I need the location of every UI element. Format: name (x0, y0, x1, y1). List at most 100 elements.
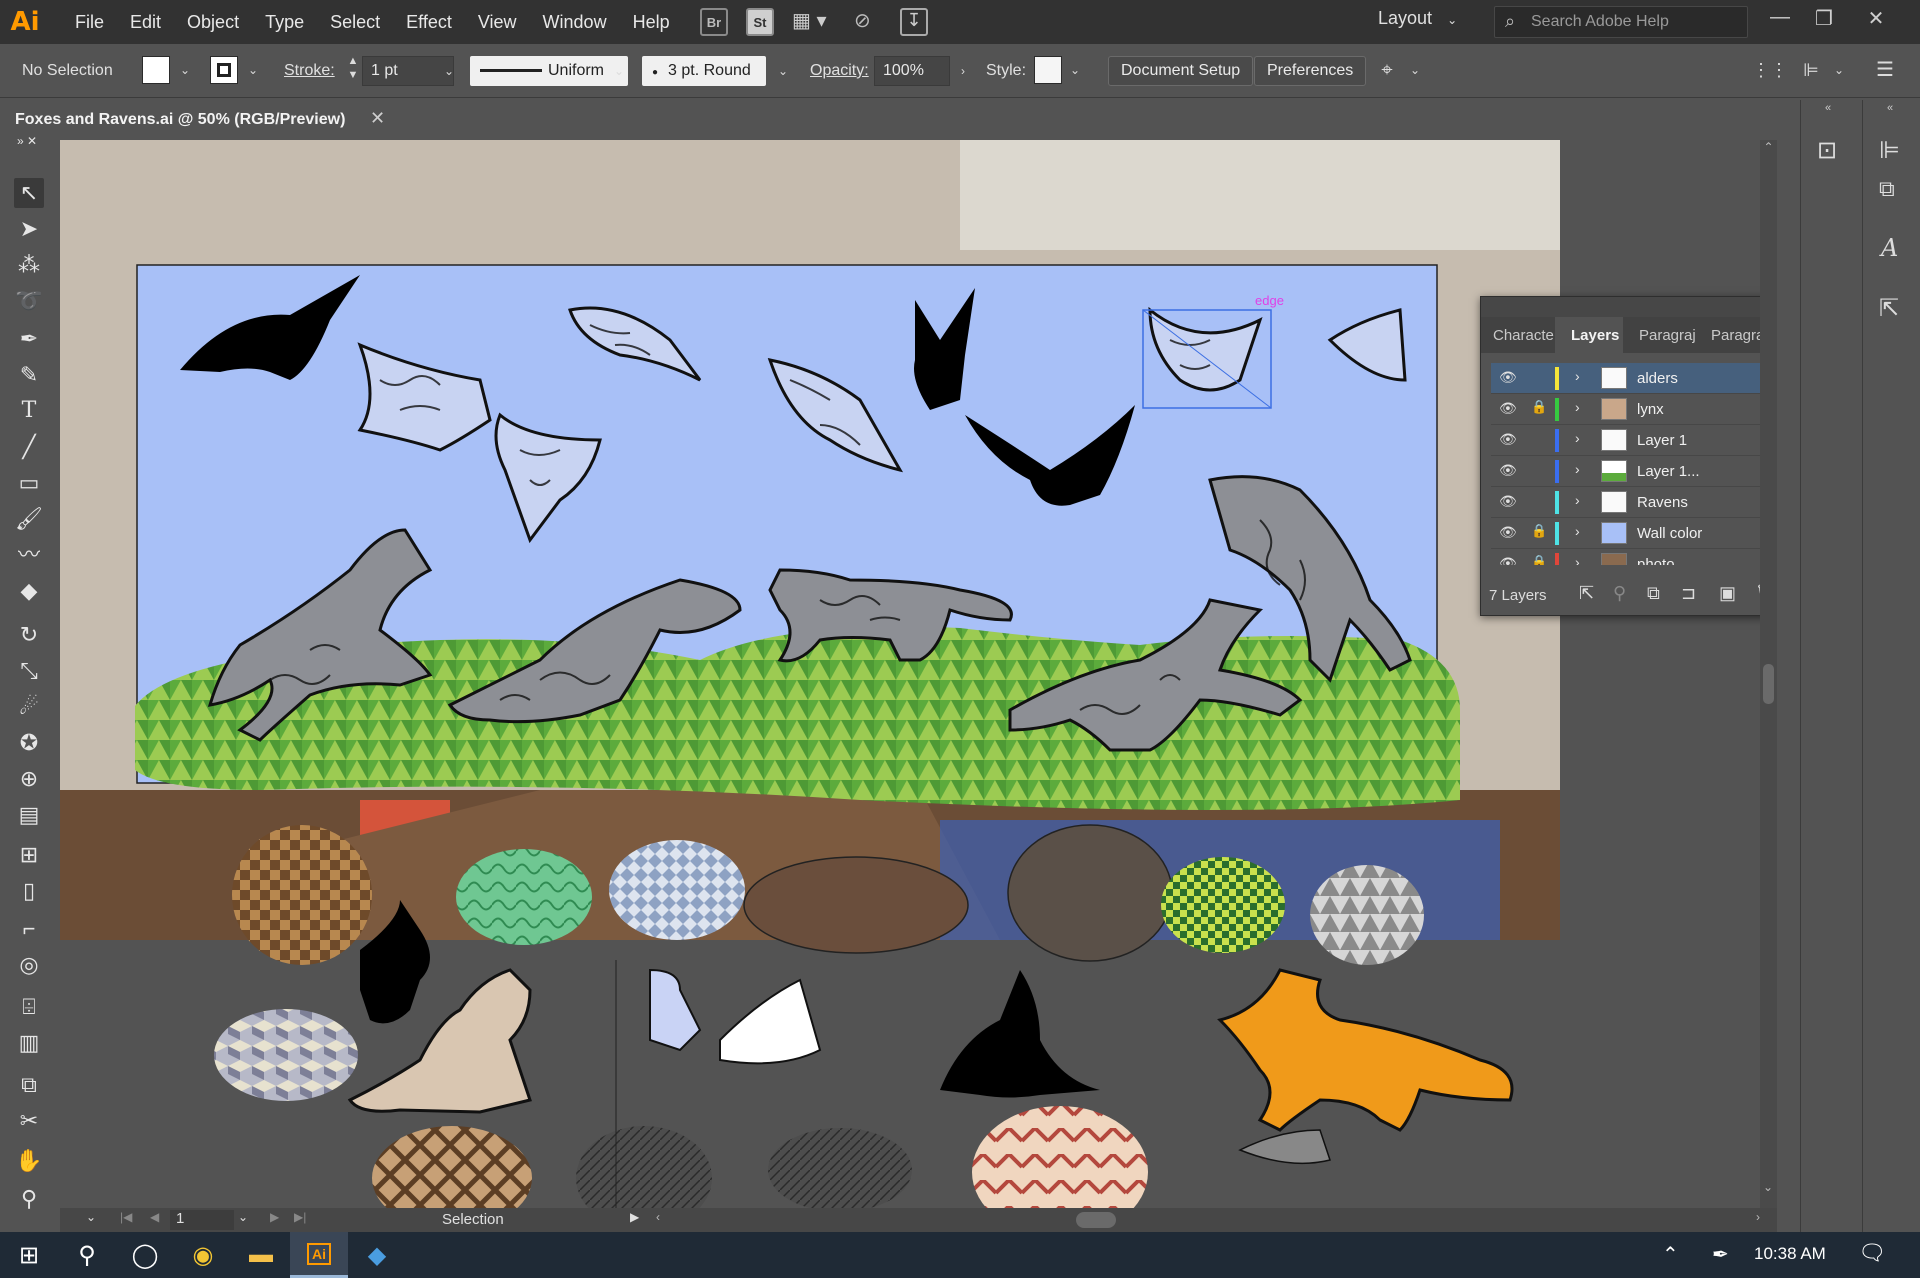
restore-icon[interactable]: ❐ (1804, 6, 1844, 31)
align-panel-icon[interactable]: ⊫ (1879, 136, 1900, 165)
graphic-style-swatch[interactable] (1034, 56, 1062, 84)
artboard-number-input[interactable]: 1 (170, 1210, 234, 1230)
scroll-thumb[interactable] (1763, 664, 1774, 704)
style-dropdown-icon[interactable]: ⌄ (1064, 55, 1086, 85)
menu-object[interactable]: Object (174, 12, 252, 33)
document-setup-button[interactable]: Document Setup (1108, 56, 1254, 86)
action-center-icon[interactable]: 🗨 (1858, 1240, 1886, 1266)
pathfinder-panel-icon[interactable]: ⧉ (1879, 176, 1895, 202)
expand-layer-icon[interactable]: › (1575, 461, 1580, 477)
scroll-up-icon[interactable]: ⌃ (1760, 140, 1777, 154)
canvas-vertical-scrollbar[interactable]: ⌃ ⌄ (1760, 140, 1777, 1208)
layer-name[interactable]: photo (1637, 556, 1675, 565)
layer-row[interactable]: 👁 🔒 › photo (1491, 549, 1777, 565)
menu-window[interactable]: Window (530, 12, 620, 33)
preferences-button[interactable]: Preferences (1254, 56, 1367, 86)
first-artboard-icon[interactable]: |◀ (120, 1210, 132, 1224)
puppet-warp-tool-icon[interactable]: ✪ (14, 728, 44, 758)
character-panel-icon[interactable]: A (1881, 234, 1898, 262)
layer-name[interactable]: lynx (1637, 401, 1664, 418)
shaper-tool-icon[interactable]: 〰 (14, 540, 44, 570)
stock-button[interactable]: St (746, 8, 774, 36)
gradient-tool-icon[interactable]: ▯ (14, 876, 44, 906)
layer-name[interactable]: Layer 1 (1637, 432, 1687, 449)
profile-dropdown-icon[interactable]: ⌄ (608, 56, 630, 86)
layer-row[interactable]: 👁 › Layer 1... (1491, 456, 1777, 487)
expand-layer-icon[interactable]: › (1575, 368, 1580, 384)
touch-workspace-icon[interactable]: ↧ (900, 8, 928, 36)
next-artboard-icon[interactable]: ▶ (270, 1210, 279, 1224)
tab-layers[interactable]: Layers (1555, 317, 1623, 353)
arrange-documents-icon[interactable]: ▦ ▾ (792, 8, 836, 36)
magic-wand-tool-icon[interactable]: ⁂ (14, 250, 44, 280)
previous-artboard-icon[interactable]: ◀ (150, 1210, 159, 1224)
opacity-label[interactable]: Opacity: (810, 62, 869, 80)
brush-definition[interactable]: ● 3 pt. Round (642, 56, 766, 86)
last-artboard-icon[interactable]: ▶| (294, 1210, 306, 1224)
selection-options-icon[interactable]: ⌖ (1376, 55, 1398, 85)
artboard-tool-icon[interactable]: ⧉ (14, 1070, 44, 1100)
menu-view[interactable]: View (465, 12, 530, 33)
cortana-icon[interactable]: ◯ (116, 1232, 174, 1278)
scroll-down-icon[interactable]: ⌄ (1763, 1180, 1773, 1194)
lasso-tool-icon[interactable]: ➰ (14, 286, 44, 316)
create-new-layer-icon[interactable]: ▣ (1719, 583, 1736, 604)
stroke-weight-dropdown-icon[interactable]: ⌄ (438, 56, 460, 86)
expand-layer-icon[interactable]: › (1575, 399, 1580, 415)
layer-row[interactable]: 👁 🔒 › lynx (1491, 394, 1777, 425)
horizontal-scroll-right-icon[interactable]: › (1756, 1210, 1760, 1224)
layer-row[interactable]: 👁 🔒 › Wall color (1491, 518, 1777, 549)
fill-dropdown-icon[interactable]: ⌄ (174, 55, 196, 85)
tab-paragraph[interactable]: Paragraj (1623, 317, 1695, 353)
workspace-switcher[interactable]: Layout ⌄ (1378, 8, 1457, 29)
opacity-expand-icon[interactable]: › (952, 56, 974, 86)
status-menu-icon[interactable]: ▶ (630, 1210, 639, 1224)
brush-dropdown-icon[interactable]: ⌄ (772, 56, 794, 86)
expand-layer-icon[interactable]: › (1575, 430, 1580, 446)
curvature-tool-icon[interactable]: ✎ (14, 360, 44, 390)
menu-effect[interactable]: Effect (393, 12, 465, 33)
bridge-button[interactable]: Br (700, 8, 728, 36)
taskbar-clock[interactable]: 10:38 AM (1754, 1244, 1826, 1264)
layer-name[interactable]: Layer 1... (1637, 463, 1700, 480)
document-tab[interactable]: Foxes and Ravens.ai @ 50% (RGB/Preview) … (0, 100, 400, 140)
align-to-icon[interactable]: ⋮⋮ (1752, 55, 1788, 85)
menu-select[interactable]: Select (317, 12, 393, 33)
visibility-eye-icon[interactable]: 👁 (1499, 400, 1517, 417)
zoom-dropdown-icon[interactable]: ⌄ (86, 1210, 96, 1224)
lock-icon[interactable]: 🔒 (1531, 554, 1547, 565)
menu-type[interactable]: Type (252, 12, 317, 33)
close-window-icon[interactable]: ✕ (1856, 6, 1896, 31)
tab-paragraph-styles[interactable]: Paragraj (1695, 317, 1767, 353)
eyedropper-tool-icon[interactable]: ⌐ (14, 914, 44, 944)
layer-name[interactable]: Wall color (1637, 525, 1702, 542)
zoom-tool-icon[interactable]: ⚲ (14, 1184, 44, 1214)
expand-layer-icon[interactable]: › (1575, 554, 1580, 565)
perspective-grid-tool-icon[interactable]: ▤ (14, 800, 44, 830)
symbol-sprayer-tool-icon[interactable]: ⌹ (14, 992, 44, 1022)
menu-edit[interactable]: Edit (117, 12, 174, 33)
create-sublayer-icon[interactable]: ⊐ (1681, 583, 1696, 604)
menu-file[interactable]: File (62, 12, 117, 33)
transform-icon[interactable]: ⊫ (1800, 55, 1822, 85)
visibility-eye-icon[interactable]: 👁 (1499, 555, 1517, 565)
gpu-performance-icon[interactable]: ⊘ (854, 8, 882, 36)
transform-dropdown-icon[interactable]: ⌄ (1828, 55, 1850, 85)
horizontal-scroll-thumb[interactable] (1076, 1212, 1116, 1228)
chrome-icon[interactable]: ◉ (174, 1232, 232, 1278)
visibility-eye-icon[interactable]: 👁 (1499, 369, 1517, 386)
column-graph-tool-icon[interactable]: ▥ (14, 1028, 44, 1058)
tab-character[interactable]: Characte (1481, 317, 1555, 353)
scale-tool-icon[interactable]: ⤡ (14, 656, 44, 686)
visibility-eye-icon[interactable]: 👁 (1499, 524, 1517, 541)
artboard-dropdown-icon[interactable]: ⌄ (238, 1210, 248, 1224)
visibility-eye-icon[interactable]: 👁 (1499, 462, 1517, 479)
blend-tool-icon[interactable]: ◎ (14, 950, 44, 980)
search-taskbar-icon[interactable]: ⚲ (58, 1232, 116, 1278)
collapse-dock-2-icon[interactable]: « (1887, 102, 1893, 114)
expand-layer-icon[interactable]: › (1575, 492, 1580, 508)
illustrator-taskbar-icon[interactable]: Ai (290, 1232, 348, 1278)
close-document-icon[interactable]: ✕ (370, 108, 385, 129)
artboard-canvas[interactable]: edge Characte Layers Paragraj Paragraj 👁… (60, 140, 1777, 1216)
lock-icon[interactable]: 🔒 (1531, 523, 1547, 539)
